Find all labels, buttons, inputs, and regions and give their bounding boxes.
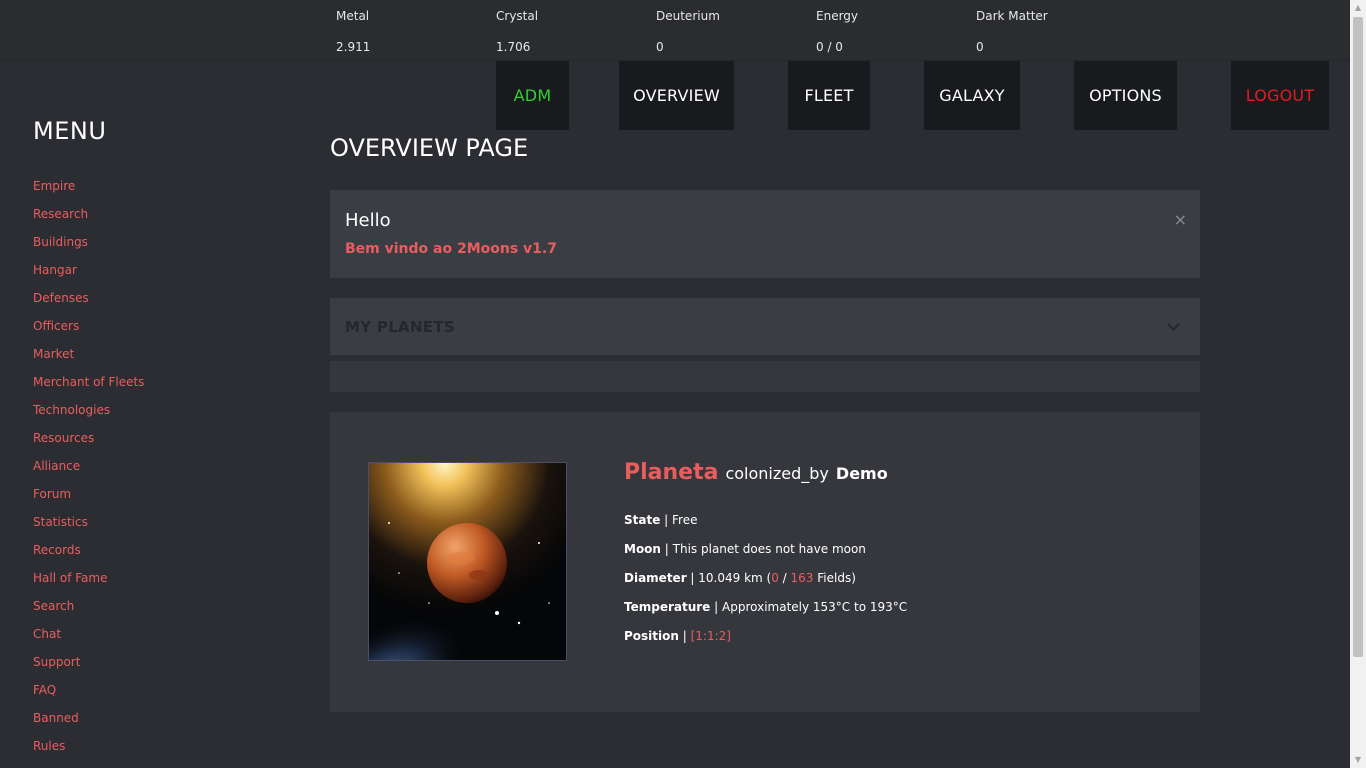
separator: | <box>660 513 673 527</box>
resource-name: Metal <box>336 9 370 23</box>
planet-image <box>368 462 567 661</box>
menu-item-support[interactable]: Support <box>33 654 144 682</box>
planet-moon-row: Moon | This planet does not have moon <box>624 542 907 571</box>
nav-adm-button[interactable]: ADM <box>496 61 569 130</box>
menu-item-defenses[interactable]: Defenses <box>33 290 144 318</box>
menu-item-faq[interactable]: FAQ <box>33 682 144 710</box>
menu-item-market[interactable]: Market <box>33 346 144 374</box>
chevron-down-icon <box>1167 318 1180 331</box>
menu-item-chat[interactable]: Chat <box>33 626 144 654</box>
my-planets-toggle[interactable]: MY PLANETS <box>330 298 1200 355</box>
diameter-value: 10.049 km ( <box>698 571 772 585</box>
menu-item-hall-of-fame[interactable]: Hall of Fame <box>33 570 144 598</box>
moon-value: This planet does not have moon <box>672 542 866 556</box>
my-planets-label: MY PLANETS <box>345 318 456 336</box>
separator: | <box>686 571 699 585</box>
menu-item-research[interactable]: Research <box>33 206 144 234</box>
menu-item-search[interactable]: Search <box>33 598 144 626</box>
resource-name: Dark Matter <box>976 9 1048 23</box>
fields-suffix: Fields) <box>813 571 856 585</box>
my-planets-panel <box>330 361 1200 392</box>
nav-options-button[interactable]: OPTIONS <box>1074 61 1177 130</box>
planet-picture <box>369 463 566 660</box>
temperature-value: Approximately 153°C to 193°C <box>722 600 908 614</box>
position-link[interactable]: [1:1:2] <box>691 629 731 643</box>
menu-item-forum[interactable]: Forum <box>33 486 144 514</box>
menu-item-empire[interactable]: Empire <box>33 178 144 206</box>
menu-item-officers[interactable]: Officers <box>33 318 144 346</box>
nav-fleet-button[interactable]: FLEET <box>788 61 870 130</box>
fields-separator: / <box>778 571 791 585</box>
fields-used: 0 <box>771 571 779 585</box>
resource-bar: Metal 2.911 Crystal 1.706 Deuterium 0 En… <box>0 0 1350 61</box>
sidebar-menu: Empire Research Buildings Hangar Defense… <box>33 178 144 766</box>
menu-item-alliance[interactable]: Alliance <box>33 458 144 486</box>
menu-item-hangar[interactable]: Hangar <box>33 262 144 290</box>
resource-name: Energy <box>816 9 859 23</box>
colonized-by-label: colonized_by <box>725 464 829 483</box>
menu-title: MENU <box>33 117 107 145</box>
resource-dark-matter: Dark Matter 0 <box>976 9 1126 54</box>
menu-item-resources[interactable]: Resources <box>33 430 144 458</box>
welcome-message: Bem vindo ao 2Moons v1.7 <box>345 241 557 257</box>
resource-value: 0 <box>656 40 664 54</box>
resource-deuterium: Deuterium 0 <box>656 9 806 54</box>
position-label: Position <box>624 629 679 643</box>
planet-diameter-row: Diameter | 10.049 km (0 / 163 Fields) <box>624 571 907 600</box>
menu-item-rules[interactable]: Rules <box>33 738 144 766</box>
welcome-alert: Hello Bem vindo ao 2Moons v1.7 × <box>330 190 1200 278</box>
nav-logout-button[interactable]: LOGOUT <box>1231 61 1329 130</box>
page-title: OVERVIEW PAGE <box>330 134 529 162</box>
resource-value: 2.911 <box>336 40 371 54</box>
resource-value: 0 / 0 <box>816 40 843 54</box>
planet-title: Planeta colonized_by Demo <box>624 460 907 485</box>
fields-max: 163 <box>790 571 814 585</box>
planet-info: Planeta colonized_by Demo State | Free M… <box>624 460 907 658</box>
resource-name: Deuterium <box>656 9 720 23</box>
nav-galaxy-button[interactable]: GALAXY <box>924 61 1020 130</box>
resource-crystal: Crystal 1.706 <box>496 9 646 54</box>
planet-position-row: Position | [1:1:2] <box>624 629 907 658</box>
separator: | <box>660 542 673 556</box>
close-icon[interactable]: × <box>1174 210 1187 229</box>
separator: | <box>710 600 722 614</box>
menu-item-statistics[interactable]: Statistics <box>33 514 144 542</box>
hello-heading: Hello <box>345 210 391 231</box>
nav-overview-button[interactable]: OVERVIEW <box>619 61 734 130</box>
planet-owner: Demo <box>835 464 888 483</box>
state-value: Free <box>672 513 698 527</box>
planet-card: Planeta colonized_by Demo State | Free M… <box>330 412 1200 712</box>
resource-value: 1.706 <box>496 40 531 54</box>
menu-item-buildings[interactable]: Buildings <box>33 234 144 262</box>
resource-metal: Metal 2.911 <box>336 9 486 54</box>
scroll-up-icon[interactable]: ▲ <box>1350 0 1366 16</box>
temperature-label: Temperature <box>624 600 711 614</box>
planet-name: Planeta <box>624 460 719 485</box>
menu-item-records[interactable]: Records <box>33 542 144 570</box>
separator: | <box>678 629 691 643</box>
diameter-label: Diameter <box>624 571 687 585</box>
planet-temperature-row: Temperature | Approximately 153°C to 193… <box>624 600 907 629</box>
resource-value: 0 <box>976 40 984 54</box>
menu-item-technologies[interactable]: Technologies <box>33 402 144 430</box>
scroll-down-icon[interactable]: ▼ <box>1350 752 1366 768</box>
resource-energy: Energy 0 / 0 <box>816 9 966 54</box>
planet-state-row: State | Free <box>624 513 907 542</box>
moon-label: Moon <box>624 542 661 556</box>
state-label: State <box>624 513 661 527</box>
scrollbar-thumb[interactable] <box>1353 17 1363 657</box>
menu-item-merchant-of-fleets[interactable]: Merchant of Fleets <box>33 374 144 402</box>
page-scrollbar[interactable]: ▲ ▼ <box>1350 0 1366 768</box>
menu-item-banned[interactable]: Banned <box>33 710 144 738</box>
resource-name: Crystal <box>496 9 539 23</box>
